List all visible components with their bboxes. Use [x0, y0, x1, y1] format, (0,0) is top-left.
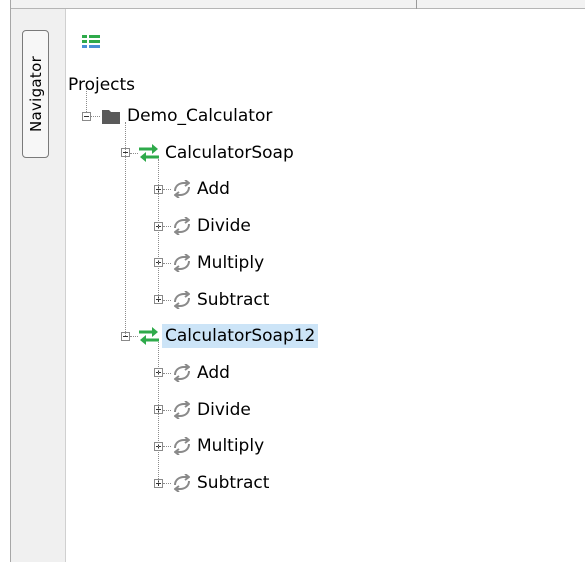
tree-connector — [158, 158, 159, 300]
operation-cycle-icon — [172, 363, 192, 386]
list-view-icon[interactable] — [82, 33, 100, 48]
tree-connector — [91, 116, 100, 117]
tree-connector — [163, 446, 171, 448]
soap-interface-icon — [138, 327, 160, 349]
tree-connector — [130, 336, 138, 338]
soap-interface-icon — [138, 143, 160, 166]
tree-item-operation[interactable]: Add — [197, 361, 230, 385]
project-collapse-toggle[interactable] — [82, 111, 91, 121]
tree-connector — [125, 122, 126, 337]
tree-connector — [130, 152, 138, 154]
folder-icon — [102, 108, 120, 128]
navigator-panel: Projects Demo_Calculator CalculatorSoap Ad… — [66, 9, 585, 562]
tree-item-operation[interactable]: Add — [197, 177, 230, 201]
operation-cycle-icon — [172, 399, 192, 423]
tree-connector — [163, 299, 171, 301]
navigator-tab-label: Navigator — [26, 55, 45, 133]
tree-item-operation[interactable]: Divide — [197, 398, 251, 422]
operation-cycle-icon — [172, 252, 192, 276]
tree-item-operation[interactable]: Multiply — [197, 251, 264, 275]
tree-root-projects: Projects — [68, 75, 136, 95]
operation-cycle-icon — [172, 473, 192, 496]
tree-connector — [163, 409, 171, 411]
tree-connector — [163, 483, 171, 484]
tree-item-operation[interactable]: Subtract — [197, 471, 269, 495]
tree-item-operation[interactable]: Divide — [197, 214, 251, 238]
operation-cycle-icon — [172, 179, 192, 202]
tree-item-project[interactable]: Demo_Calculator — [127, 104, 272, 128]
top-strip — [11, 0, 585, 9]
tree-item-interface[interactable]: CalculatorSoap — [165, 141, 294, 165]
operation-cycle-icon — [172, 289, 192, 313]
operation-cycle-icon — [172, 216, 192, 239]
top-strip-divider — [416, 0, 417, 9]
tree-connector — [158, 342, 159, 483]
tree-connector — [163, 226, 171, 228]
tree-item-interface[interactable]: CalculatorSoap12 — [162, 324, 319, 349]
navigator-tab[interactable]: Navigator — [22, 30, 49, 158]
tree-connector — [163, 189, 171, 191]
tree-connector — [163, 262, 171, 264]
operation-cycle-icon — [172, 436, 192, 459]
tree-item-operation[interactable]: Subtract — [197, 288, 269, 312]
tree-connector — [163, 372, 171, 374]
tree-item-operation[interactable]: Multiply — [197, 434, 264, 458]
